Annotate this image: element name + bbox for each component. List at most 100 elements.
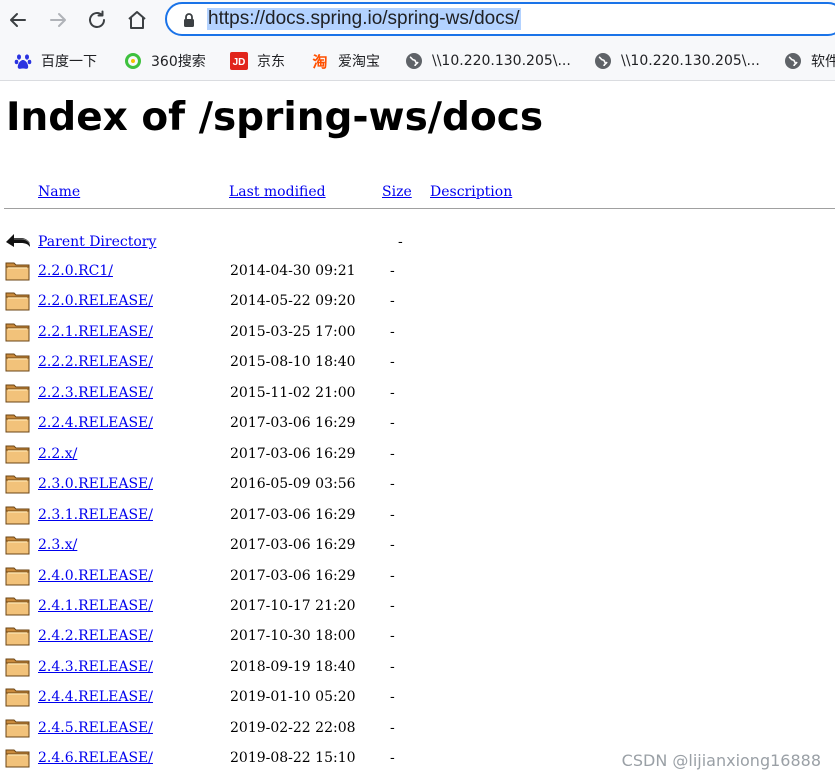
- lock-icon: [183, 12, 195, 31]
- folder-icon: [5, 258, 31, 282]
- table-row: 2.2.x/2017-03-06 16:29 -: [0, 441, 835, 471]
- table-row: 2.2.4.RELEASE/2017-03-06 16:29 -: [0, 410, 835, 440]
- bookmark-share-1[interactable]: \\10.220.130.205\...: [405, 51, 571, 71]
- directory-link[interactable]: 2.2.4.RELEASE/: [38, 415, 153, 431]
- bookmark-360[interactable]: 360搜索: [124, 51, 206, 71]
- size-cell: -: [390, 658, 395, 675]
- taobao-icon: 淘: [311, 52, 329, 70]
- last-modified-cell: 2016-05-09 03:56: [230, 476, 356, 493]
- directory-link[interactable]: 2.2.0.RC1/: [38, 263, 113, 279]
- bookmark-label: \\10.220.130.205\...: [621, 53, 760, 69]
- table-row: 2.4.2.RELEASE/2017-10-30 18:00 -: [0, 623, 835, 653]
- directory-link[interactable]: 2.4.1.RELEASE/: [38, 598, 153, 614]
- back-arrow-icon: [5, 228, 31, 252]
- table-row: 2.2.0.RC1/2014-04-30 09:21 -: [0, 258, 835, 288]
- back-button[interactable]: [5, 7, 31, 33]
- directory-link[interactable]: 2.3.0.RELEASE/: [38, 476, 153, 492]
- table-row: 2.4.4.RELEASE/2019-01-10 05:20 -: [0, 684, 835, 714]
- size-cell: -: [390, 567, 395, 584]
- globe-icon: [594, 52, 612, 70]
- directory-link[interactable]: 2.2.3.RELEASE/: [38, 385, 153, 401]
- last-modified-cell: 2017-03-06 16:29: [230, 415, 356, 432]
- size-cell: -: [390, 384, 395, 401]
- folder-icon: [5, 410, 31, 434]
- column-header-description[interactable]: Description: [430, 184, 512, 200]
- directory-link[interactable]: 2.3.x/: [38, 537, 77, 553]
- home-button[interactable]: [124, 7, 150, 33]
- parent-directory-link[interactable]: Parent Directory: [38, 234, 156, 250]
- url-text[interactable]: https://docs.spring.io/spring-ws/docs/: [207, 8, 521, 30]
- last-modified-cell: 2017-03-06 16:29: [230, 445, 356, 462]
- directory-link[interactable]: 2.2.1.RELEASE/: [38, 324, 153, 340]
- bookmark-label: 百度一下: [41, 54, 97, 70]
- folder-icon: [5, 593, 31, 617]
- directory-link[interactable]: 2.4.5.RELEASE/: [38, 720, 153, 736]
- directory-link[interactable]: 2.3.1.RELEASE/: [38, 507, 153, 523]
- globe-icon: [405, 52, 423, 70]
- size-cell: -: [390, 689, 395, 706]
- table-row: 2.4.3.RELEASE/2018-09-19 18:40 -: [0, 654, 835, 684]
- last-modified-cell: 2017-10-17 21:20: [230, 597, 356, 614]
- bookmark-baidu[interactable]: 百度一下: [14, 51, 97, 71]
- column-header-name[interactable]: Name: [38, 184, 80, 200]
- reload-button[interactable]: [84, 7, 110, 33]
- bookmark-taobao[interactable]: 淘 爱淘宝: [311, 51, 380, 71]
- directory-link[interactable]: 2.4.6.RELEASE/: [38, 750, 153, 766]
- directory-link[interactable]: 2.2.2.RELEASE/: [38, 354, 153, 370]
- directory-link[interactable]: 2.4.3.RELEASE/: [38, 659, 153, 675]
- last-modified-cell: 2014-04-30 09:21: [230, 263, 356, 279]
- folder-icon: [5, 349, 31, 373]
- directory-link[interactable]: 2.4.2.RELEASE/: [38, 628, 153, 644]
- folder-icon: [5, 288, 31, 312]
- size-cell: -: [390, 597, 395, 614]
- directory-link[interactable]: 2.2.0.RELEASE/: [38, 293, 153, 309]
- header-divider: [4, 208, 835, 209]
- table-row: 2.4.5.RELEASE/2019-02-22 22:08 -: [0, 715, 835, 745]
- table-row: 2.2.3.RELEASE/2015-11-02 21:00 -: [0, 380, 835, 410]
- baidu-paw-icon: [14, 52, 32, 70]
- bookmarks-bar: 百度一下 360搜索 JD 京东 淘 爱淘宝 \\10.220.130.205\…: [0, 42, 835, 81]
- jd-icon: JD: [230, 52, 248, 70]
- bookmark-jd[interactable]: JD 京东: [230, 51, 285, 71]
- table-row: 2.2.1.RELEASE/2015-03-25 17:00 -: [0, 319, 835, 349]
- directory-link[interactable]: 2.4.0.RELEASE/: [38, 568, 153, 584]
- bookmark-label: 360搜索: [151, 54, 206, 70]
- folder-icon: [5, 654, 31, 678]
- size-cell: -: [390, 293, 395, 310]
- folder-icon: [5, 623, 31, 647]
- folder-icon: [5, 319, 31, 343]
- last-modified-cell: 2015-03-25 17:00: [230, 323, 356, 340]
- table-row: 2.3.0.RELEASE/2016-05-09 03:56 -: [0, 471, 835, 501]
- folder-icon: [5, 532, 31, 556]
- size-cell: -: [390, 415, 395, 432]
- last-modified-cell: 2017-03-06 16:29: [230, 506, 356, 523]
- address-bar[interactable]: https://docs.spring.io/spring-ws/docs/: [165, 2, 835, 36]
- last-modified-cell: 2015-08-10 18:40: [230, 354, 356, 371]
- watermark: CSDN @lijianxiong16888: [621, 751, 821, 770]
- parent-size: -: [398, 234, 403, 250]
- svg-text:JD: JD: [233, 57, 246, 68]
- table-row: 2.4.0.RELEASE/2017-03-06 16:29 -: [0, 563, 835, 593]
- size-cell: -: [390, 323, 395, 340]
- folder-icon: [5, 684, 31, 708]
- directory-link[interactable]: 2.2.x/: [38, 446, 77, 462]
- size-cell: -: [390, 628, 395, 645]
- size-cell: -: [390, 354, 395, 371]
- table-row: 2.2.0.RELEASE/2014-05-22 09:20 -: [0, 288, 835, 318]
- folder-icon: [5, 471, 31, 495]
- bookmark-share-2[interactable]: \\10.220.130.205\...: [594, 51, 760, 71]
- column-header-last-modified[interactable]: Last modified: [229, 184, 326, 200]
- bookmark-label: \\10.220.130.205\...: [432, 53, 571, 69]
- page-title: Index of /spring-ws/docs: [6, 95, 544, 140]
- last-modified-cell: 2017-03-06 16:29: [230, 537, 356, 554]
- directory-link[interactable]: 2.4.4.RELEASE/: [38, 689, 153, 705]
- table-row: 2.4.1.RELEASE/2017-10-17 21:20 -: [0, 593, 835, 623]
- last-modified-cell: 2019-01-10 05:20: [230, 689, 356, 706]
- last-modified-cell: 2019-02-22 22:08: [230, 719, 356, 736]
- directory-listing-page: Index of /spring-ws/docs Name Last modif…: [0, 81, 835, 779]
- bookmark-software[interactable]: 软件: [784, 51, 835, 71]
- 360-search-icon: [124, 52, 142, 70]
- column-header-size[interactable]: Size: [382, 184, 412, 200]
- home-icon: [128, 11, 146, 29]
- forward-button[interactable]: [45, 7, 71, 33]
